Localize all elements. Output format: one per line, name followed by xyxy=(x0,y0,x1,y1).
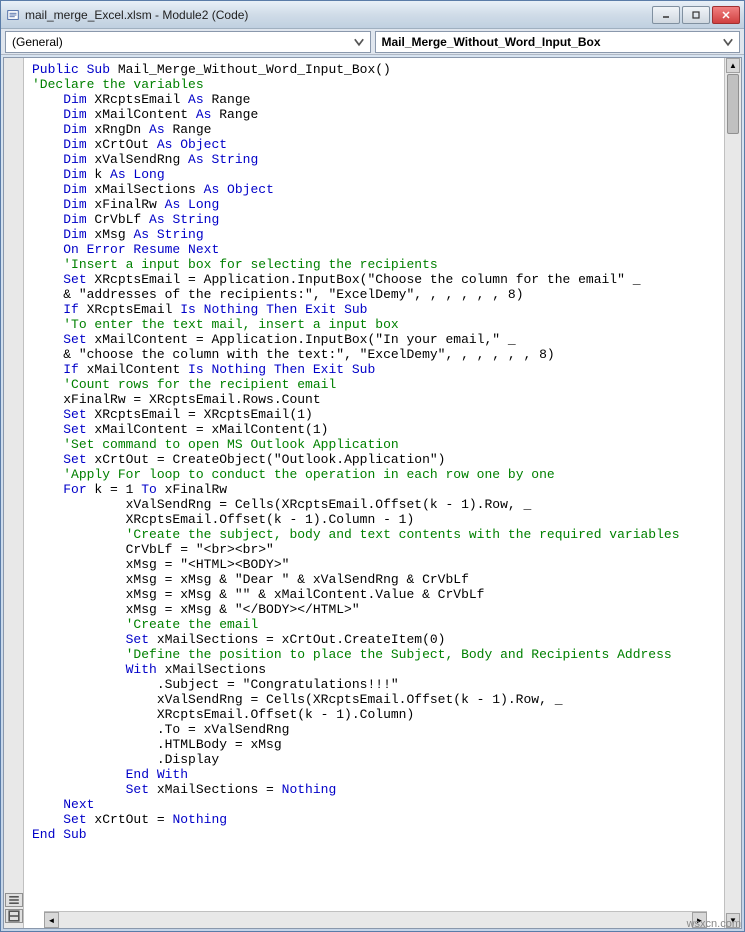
chevron-down-icon xyxy=(721,35,735,49)
procedure-view-button[interactable] xyxy=(5,893,23,907)
scroll-up-arrow[interactable]: ▲ xyxy=(726,58,740,73)
vba-window: mail_merge_Excel.xlsm - Module2 (Code) (… xyxy=(0,0,745,932)
code-pane: Public Sub Mail_Merge_Without_Word_Input… xyxy=(3,57,742,929)
full-module-view-button[interactable] xyxy=(5,909,23,923)
code-text[interactable]: Public Sub Mail_Merge_Without_Word_Input… xyxy=(24,58,724,846)
titlebar[interactable]: mail_merge_Excel.xlsm - Module2 (Code) xyxy=(1,1,744,29)
scroll-left-arrow[interactable]: ◄ xyxy=(44,912,59,928)
vertical-scrollbar[interactable]: ▲ ▼ xyxy=(724,58,741,928)
maximize-button[interactable] xyxy=(682,6,710,24)
procedure-dropdown-value: Mail_Merge_Without_Word_Input_Box xyxy=(382,35,601,49)
window-title: mail_merge_Excel.xlsm - Module2 (Code) xyxy=(25,8,652,22)
horizontal-scrollbar[interactable]: ◄ ► xyxy=(44,911,707,928)
object-proc-bar: (General) Mail_Merge_Without_Word_Input_… xyxy=(1,29,744,55)
object-dropdown-value: (General) xyxy=(12,35,63,49)
object-dropdown[interactable]: (General) xyxy=(5,31,371,53)
minimize-button[interactable] xyxy=(652,6,680,24)
procedure-dropdown[interactable]: Mail_Merge_Without_Word_Input_Box xyxy=(375,31,741,53)
code-scroll[interactable]: Public Sub Mail_Merge_Without_Word_Input… xyxy=(24,58,724,928)
view-gutter xyxy=(4,58,24,928)
module-icon xyxy=(5,7,21,23)
close-button[interactable] xyxy=(712,6,740,24)
watermark: wsxcn.com xyxy=(687,918,741,930)
scroll-thumb[interactable] xyxy=(727,74,739,134)
chevron-down-icon xyxy=(352,35,366,49)
